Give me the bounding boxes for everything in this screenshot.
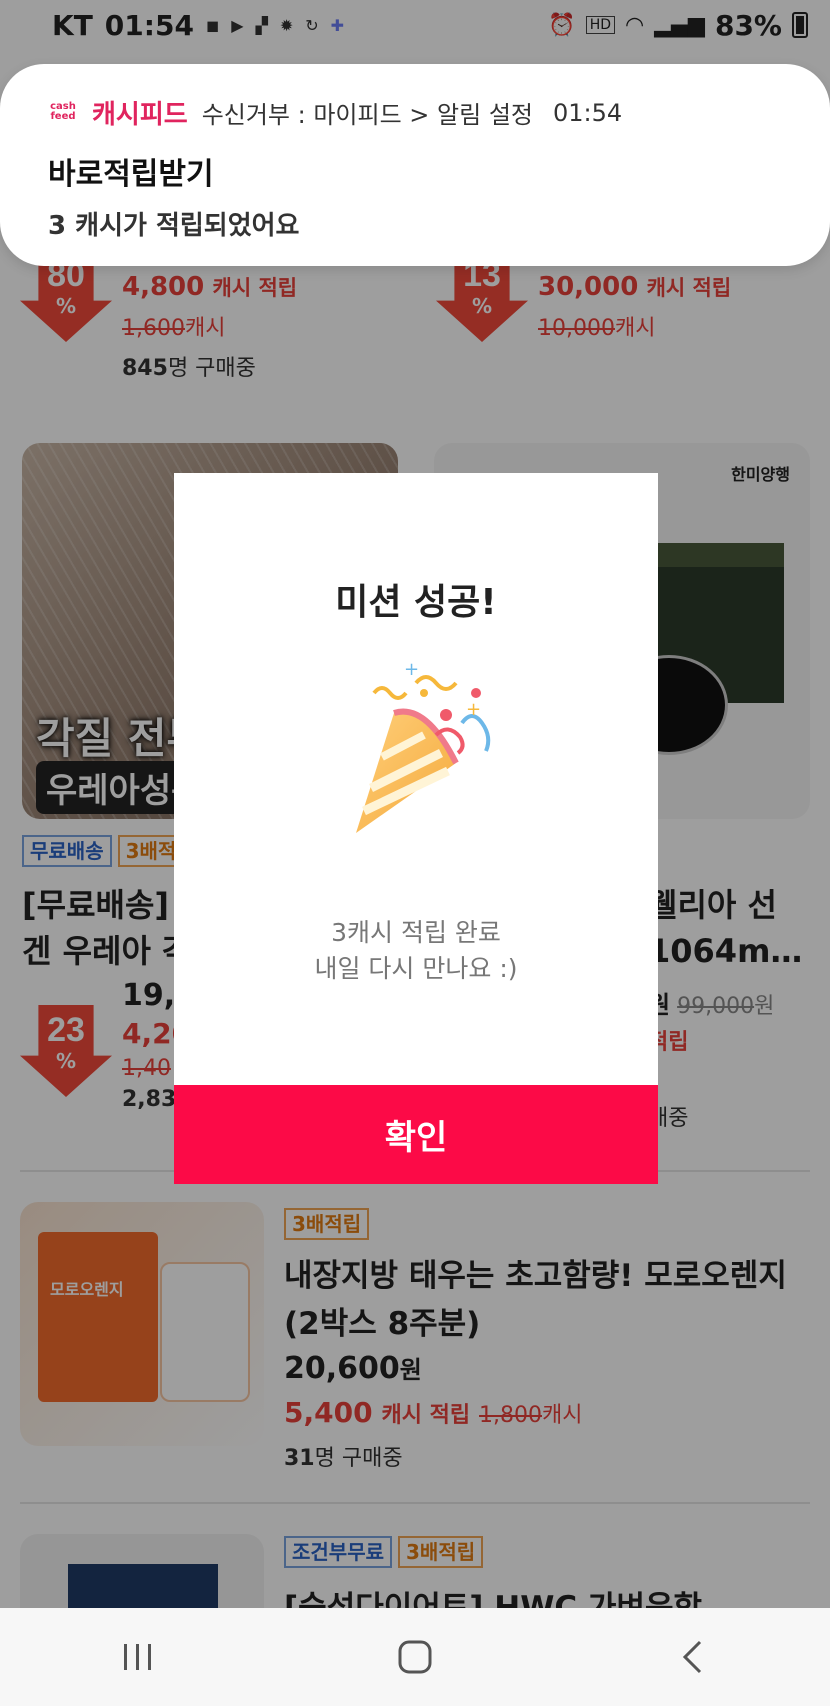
home-button[interactable]: [375, 1627, 455, 1687]
dialog-message-line2: 내일 다시 만나요 :): [314, 954, 518, 983]
party-popper-icon: + +: [356, 659, 491, 833]
back-icon: [682, 1640, 701, 1674]
recent-apps-icon: [124, 1644, 152, 1670]
dialog-title: 미션 성공!: [335, 582, 497, 623]
mission-success-dialog: 미션 성공! + + 3캐시 적립 완료 내일 다시 만나요 :) 확인: [174, 473, 658, 1184]
notification-time: 01:54: [553, 98, 623, 127]
notification-app-name: 캐시피드: [92, 100, 188, 130]
dialog-message-line1: 3캐시 적립 완료: [331, 918, 501, 947]
notification-title: 바로적립받기: [48, 157, 214, 192]
notification-body: 3 캐시가 적립되었어요: [48, 211, 300, 241]
home-icon: [398, 1640, 432, 1674]
notification-banner[interactable]: cash feed 캐시피드 수신거부 : 마이피드 > 알림 설정 01:54…: [0, 64, 830, 266]
cashfeed-logo: cash feed: [50, 100, 76, 122]
system-nav-bar: [0, 1608, 830, 1706]
back-button[interactable]: [652, 1627, 732, 1687]
notification-setting-text: 수신거부 : 마이피드 > 알림 설정: [201, 101, 533, 129]
svg-text:+: +: [404, 659, 419, 680]
confirm-button[interactable]: 확인: [174, 1085, 658, 1184]
recent-apps-button[interactable]: [98, 1627, 178, 1687]
svg-text:+: +: [466, 699, 481, 720]
